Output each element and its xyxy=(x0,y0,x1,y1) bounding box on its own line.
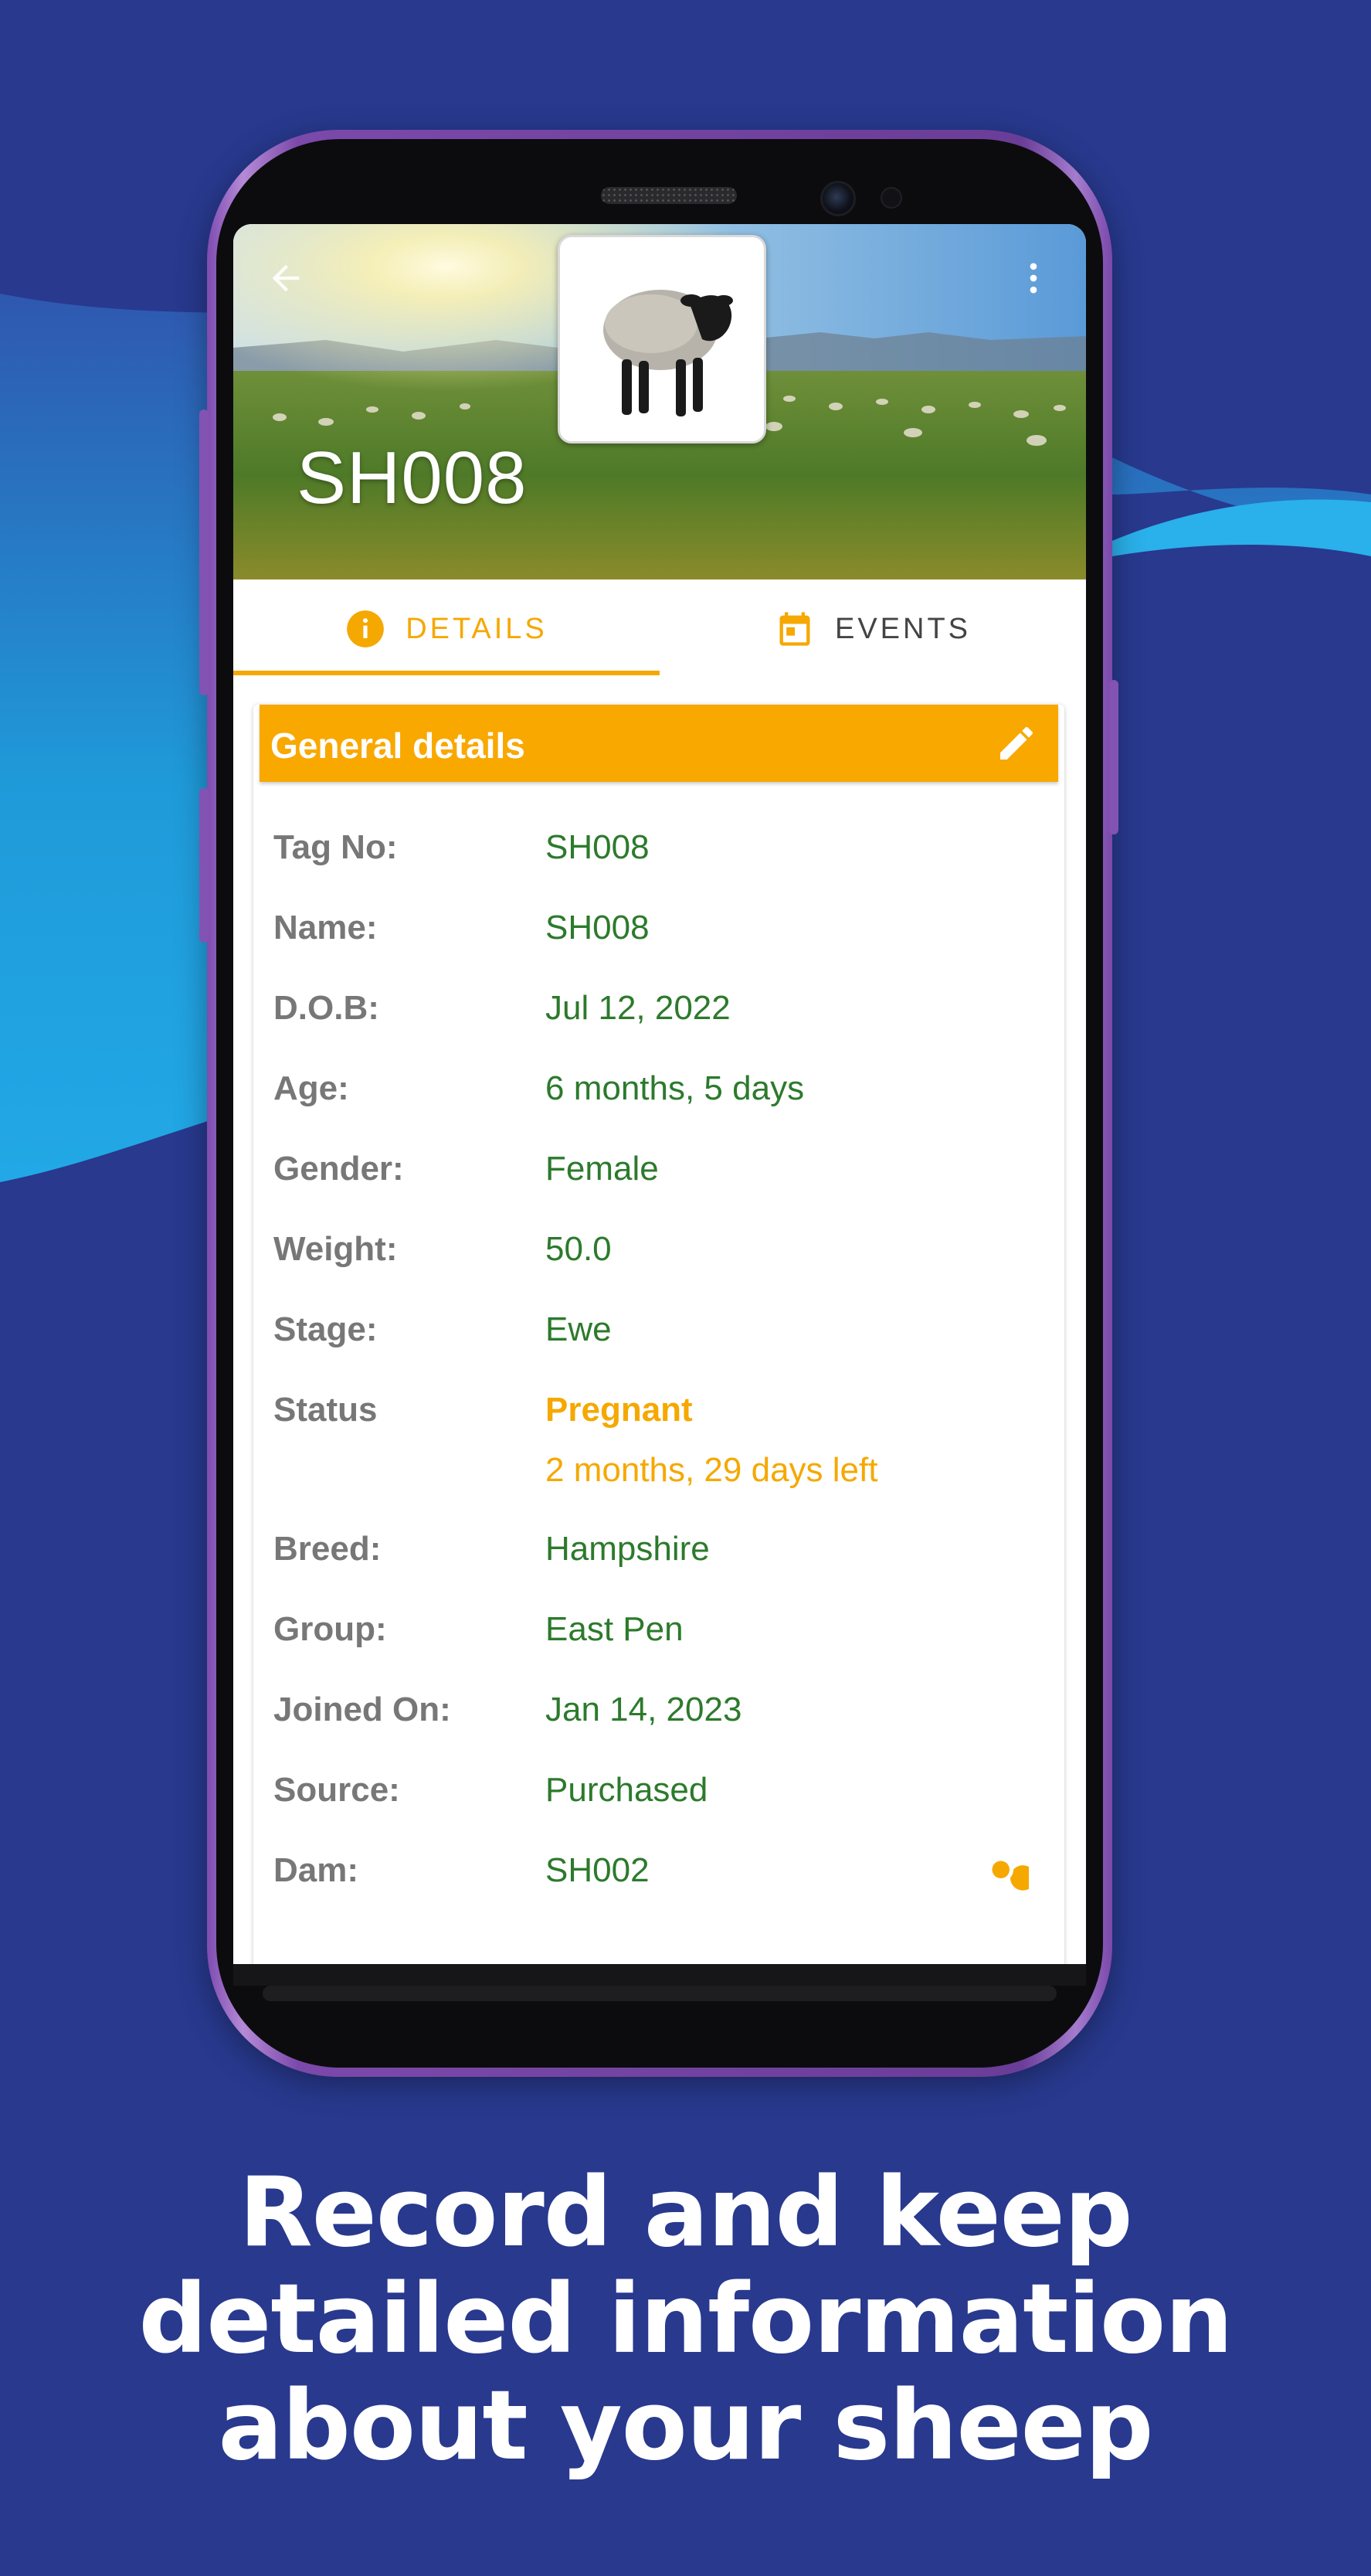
name-label: Name: xyxy=(273,909,378,946)
card-header: General details xyxy=(260,705,1058,782)
tag-no-label: Tag No: xyxy=(273,828,398,866)
promo-caption: Record and keep detailed information abo… xyxy=(0,2160,1371,2479)
animal-tag-title: SH008 xyxy=(297,437,528,519)
age-value: 6 months, 5 days xyxy=(545,1069,805,1107)
gender-label: Gender: xyxy=(273,1150,404,1188)
stage-label: Stage: xyxy=(273,1310,378,1348)
general-details-card: General details Tag No: SH008 Name: SH00… xyxy=(253,705,1064,1964)
active-tab-indicator xyxy=(233,671,660,675)
weight-value: 50.0 xyxy=(545,1230,612,1268)
header-banner: SH008 xyxy=(233,224,1086,579)
front-camera xyxy=(820,181,856,216)
gender-value: Female xyxy=(545,1150,659,1188)
tab-bar: DETAILS EVENTS xyxy=(233,579,1086,678)
power-button xyxy=(1109,680,1118,834)
joined-on-value: Jan 14, 2023 xyxy=(545,1691,742,1728)
dob-value: Jul 12, 2022 xyxy=(545,989,731,1027)
group-value: East Pen xyxy=(545,1610,684,1648)
weight-label: Weight: xyxy=(273,1230,398,1268)
tag-no-value: SH008 xyxy=(545,828,650,866)
calendar-icon xyxy=(779,612,810,646)
age-label: Age: xyxy=(273,1069,349,1107)
info-icon xyxy=(347,610,385,647)
card-title: General details xyxy=(270,726,525,766)
dob-label: D.O.B: xyxy=(273,989,379,1027)
proximity-sensor xyxy=(881,187,902,209)
source-label: Source: xyxy=(273,1771,400,1809)
stage-value: Ewe xyxy=(545,1310,612,1348)
tab-events-label: EVENTS xyxy=(834,612,972,645)
dam-value: SH002 xyxy=(545,1851,650,1889)
group-label: Group: xyxy=(273,1610,387,1648)
phone-speaker xyxy=(601,187,737,204)
sheep-image xyxy=(603,290,733,416)
app-screen: SH008 DETAILS EVENTS General details Tag… xyxy=(233,224,1086,1964)
dam-label: Dam: xyxy=(273,1851,359,1889)
volume-up-button xyxy=(199,410,209,695)
pencil-icon[interactable] xyxy=(995,722,1038,765)
breed-label: Breed: xyxy=(273,1530,382,1568)
source-value: Purchased xyxy=(545,1771,708,1809)
status-remaining-time: 2 months, 29 days left xyxy=(545,1451,878,1489)
status-value: Pregnant xyxy=(545,1391,693,1429)
screen-bottom-edge xyxy=(233,1964,1086,1986)
caption-line-1: Record and keep xyxy=(239,2157,1132,2268)
caption-line-2: detailed information xyxy=(138,2264,1233,2375)
search-icon[interactable] xyxy=(982,1851,1029,1898)
tab-details[interactable]: DETAILS xyxy=(233,579,660,678)
tab-details-label: DETAILS xyxy=(406,612,548,645)
joined-on-label: Joined On: xyxy=(273,1691,451,1728)
bixby-button xyxy=(199,788,209,943)
phone-chin xyxy=(263,1986,1057,2001)
breed-value: Hampshire xyxy=(545,1530,710,1568)
caption-line-3: about your sheep xyxy=(218,2370,1153,2482)
sheep-photo[interactable] xyxy=(558,235,766,443)
arrow-left-icon[interactable] xyxy=(266,258,312,304)
tab-events[interactable]: EVENTS xyxy=(660,579,1086,678)
status-label: Status xyxy=(273,1391,378,1429)
name-value: SH008 xyxy=(545,909,650,946)
more-vertical-icon[interactable] xyxy=(1013,258,1060,304)
